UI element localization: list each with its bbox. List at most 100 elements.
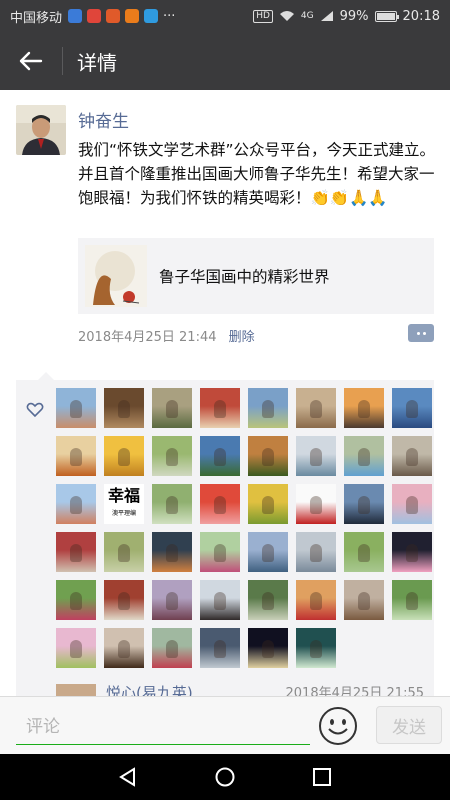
commenter-name[interactable]: 悦心(易九英)	[106, 682, 193, 696]
avatar-figure	[262, 592, 274, 610]
avatar-figure	[214, 544, 226, 562]
liker-avatar[interactable]	[296, 484, 336, 524]
liker-avatar[interactable]	[104, 388, 144, 428]
liker-avatar[interactable]	[104, 580, 144, 620]
liker-avatar[interactable]	[200, 628, 240, 668]
avatar-figure	[70, 544, 82, 562]
avatar-figure	[262, 640, 274, 658]
avatar-figure	[70, 496, 82, 514]
liker-avatar[interactable]	[296, 436, 336, 476]
liker-avatar[interactable]	[152, 484, 192, 524]
page-title: 详情	[77, 50, 117, 75]
liker-avatar[interactable]	[344, 388, 384, 428]
delete-link[interactable]: 删除	[229, 330, 255, 345]
liker-avatar[interactable]	[344, 532, 384, 572]
avatar-figure	[358, 448, 370, 466]
liker-avatar[interactable]	[248, 580, 288, 620]
nav-home-icon[interactable]	[214, 766, 236, 788]
avatar-figure	[310, 448, 322, 466]
author-name[interactable]: 钟奋生	[78, 107, 129, 132]
liker-avatar[interactable]	[248, 628, 288, 668]
liker-avatar[interactable]	[152, 436, 192, 476]
carrier-name: 中国移动	[10, 10, 63, 26]
liker-avatar[interactable]	[248, 388, 288, 428]
liker-avatar[interactable]	[152, 388, 192, 428]
liker-avatar[interactable]	[344, 484, 384, 524]
liker-avatar[interactable]	[392, 532, 432, 572]
avatar-figure	[262, 448, 274, 466]
avatar-figure	[358, 400, 370, 418]
liker-avatar[interactable]	[200, 532, 240, 572]
system-nav-bar	[0, 754, 450, 800]
avatar-figure	[166, 496, 178, 514]
author-avatar-image	[16, 105, 66, 155]
liker-avatar[interactable]	[56, 532, 96, 572]
liker-avatar[interactable]	[56, 436, 96, 476]
liker-avatar[interactable]	[248, 484, 288, 524]
app-notification-icon	[68, 9, 83, 23]
avatar-figure	[406, 496, 418, 514]
liker-avatar[interactable]	[56, 484, 96, 524]
liker-avatar[interactable]	[296, 388, 336, 428]
dot-icon	[416, 331, 420, 335]
liker-avatar[interactable]	[200, 484, 240, 524]
liker-avatar[interactable]	[200, 388, 240, 428]
liker-avatar[interactable]	[248, 436, 288, 476]
liker-avatar[interactable]	[152, 580, 192, 620]
author-avatar[interactable]	[16, 105, 66, 155]
liker-avatar[interactable]	[104, 436, 144, 476]
liker-avatar[interactable]	[392, 388, 432, 428]
liker-avatar[interactable]	[56, 628, 96, 668]
liker-avatar[interactable]	[296, 532, 336, 572]
liker-avatar[interactable]	[200, 580, 240, 620]
liker-avatar[interactable]	[200, 436, 240, 476]
send-button[interactable]: 发送	[376, 706, 442, 744]
likes-panel-pointer	[38, 372, 54, 380]
liker-avatar[interactable]	[392, 484, 432, 524]
avatar-figure	[166, 640, 178, 658]
more-actions-button[interactable]	[408, 324, 434, 342]
liker-avatar[interactable]	[344, 436, 384, 476]
avatar-calligraphy-text: 幸福	[107, 486, 140, 505]
avatar-figure	[166, 544, 178, 562]
hd-badge: HD	[253, 9, 273, 23]
liker-avatar[interactable]	[152, 628, 192, 668]
comment-input[interactable]	[16, 709, 310, 745]
back-button[interactable]	[0, 32, 62, 90]
avatar-figure	[406, 448, 418, 466]
liker-avatar[interactable]	[296, 580, 336, 620]
comment-input-bar: 发送	[0, 696, 450, 754]
liker-avatar[interactable]	[56, 580, 96, 620]
commenter-avatar[interactable]	[56, 684, 96, 696]
avatar-figure	[406, 544, 418, 562]
liker-avatar[interactable]	[104, 532, 144, 572]
emoji-button[interactable]	[318, 706, 358, 746]
avatar-figure	[214, 448, 226, 466]
avatar-figure	[358, 496, 370, 514]
nav-back-icon[interactable]	[117, 766, 139, 788]
liker-avatar[interactable]: 幸福 澳平理编	[104, 484, 144, 524]
battery-fill	[376, 12, 395, 20]
avatar-figure	[310, 592, 322, 610]
liker-avatar[interactable]	[296, 628, 336, 668]
liker-avatar[interactable]	[344, 580, 384, 620]
news-notification-icon	[125, 9, 140, 23]
nav-recents-icon[interactable]	[311, 766, 333, 788]
nav-bar: 详情	[0, 32, 450, 90]
liker-avatar[interactable]	[248, 532, 288, 572]
avatar-figure	[118, 544, 130, 562]
comment-item[interactable]: 悦心(易九英) 2018年4月25日 21:55	[56, 680, 436, 696]
liker-avatar[interactable]	[56, 388, 96, 428]
signal-icon	[320, 11, 333, 21]
liker-avatar[interactable]	[152, 532, 192, 572]
liker-avatar[interactable]	[392, 580, 432, 620]
post-date: 2018年4月25日 21:44	[78, 330, 217, 345]
mail-notification-icon	[87, 9, 102, 23]
post-meta: 2018年4月25日 21:44 删除	[78, 326, 255, 345]
clock: 20:18	[402, 8, 440, 24]
avatar-figure	[262, 544, 274, 562]
comment-time: 2018年4月25日 21:55	[285, 686, 425, 696]
liker-avatar[interactable]	[392, 436, 432, 476]
shared-link-card[interactable]: 鲁子华国画中的精彩世界	[78, 238, 434, 314]
liker-avatar[interactable]	[104, 628, 144, 668]
